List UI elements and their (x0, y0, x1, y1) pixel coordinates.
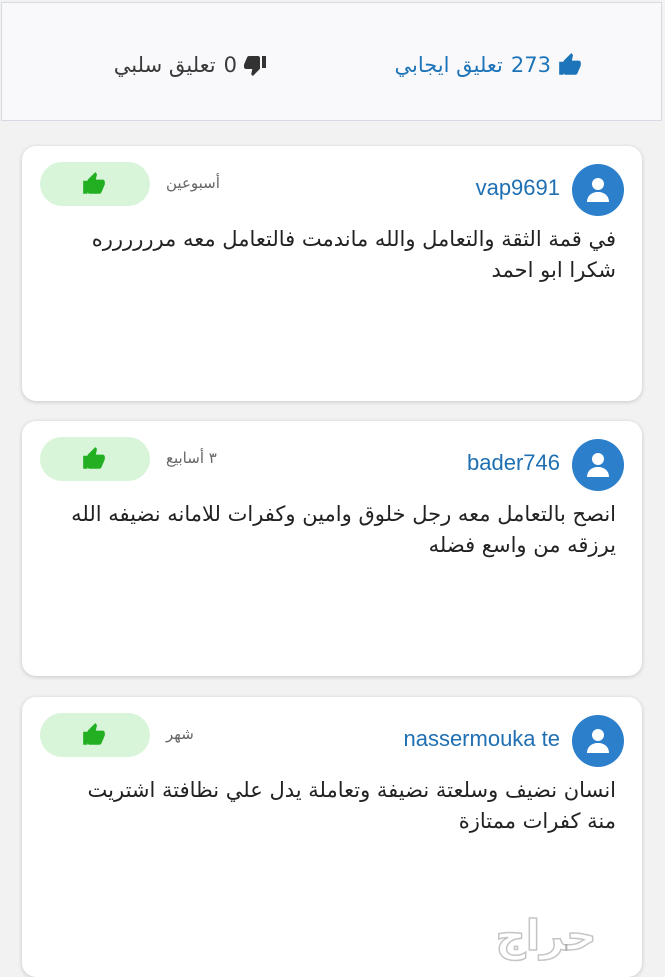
feedback-summary: 273 تعليق ايجابي 0 تعليق سلبي (1, 2, 662, 121)
thumbs-down-icon (244, 56, 266, 76)
like-button[interactable] (40, 437, 150, 481)
avatar[interactable] (572, 715, 624, 767)
username-link[interactable]: nassermouka te (403, 726, 560, 752)
negative-count: 0 (223, 53, 237, 77)
avatar[interactable] (572, 164, 624, 216)
positive-feedback-count[interactable]: 273 تعليق ايجابي (394, 47, 583, 83)
comment-time: شهر (166, 725, 194, 743)
thumbs-up-icon (559, 53, 581, 75)
positive-count: 273 (510, 53, 551, 77)
comment-text: في قمة الثقة والتعامل والله ماندمت فالتع… (91, 227, 616, 282)
svg-text:حراج: حراج (495, 911, 596, 961)
username-link[interactable]: vap9691 (476, 175, 560, 201)
comment-time: أسبوعين (166, 174, 220, 192)
thumbs-up-icon (83, 723, 105, 745)
comment-card: bader746 ٣ أسابيع انصح بالتعامل معه رجل … (22, 421, 642, 676)
negative-feedback-count[interactable]: 0 تعليق سلبي (114, 47, 267, 83)
user-icon (587, 178, 609, 202)
negative-label: تعليق سلبي (113, 53, 216, 77)
haraj-watermark-logo: حراج (495, 910, 598, 962)
comment-card: vap9691 أسبوعين في قمة الثقة والتعامل وا… (22, 146, 642, 401)
thumbs-up-icon (83, 172, 105, 194)
positive-label: تعليق ايجابي (394, 53, 503, 77)
avatar[interactable] (572, 439, 624, 491)
thumbs-up-icon (83, 447, 105, 469)
username-link[interactable]: bader746 (467, 450, 560, 476)
like-button[interactable] (40, 713, 150, 757)
user-icon (587, 453, 609, 477)
like-button[interactable] (40, 162, 150, 206)
comment-text: انصح بالتعامل معه رجل خلوق وامين وكفرات … (71, 502, 616, 557)
comment-time: ٣ أسابيع (166, 449, 217, 467)
user-icon (587, 729, 609, 753)
comment-text: انسان نضيف وسلعتة نضيفة وتعاملة يدل علي … (87, 778, 616, 833)
